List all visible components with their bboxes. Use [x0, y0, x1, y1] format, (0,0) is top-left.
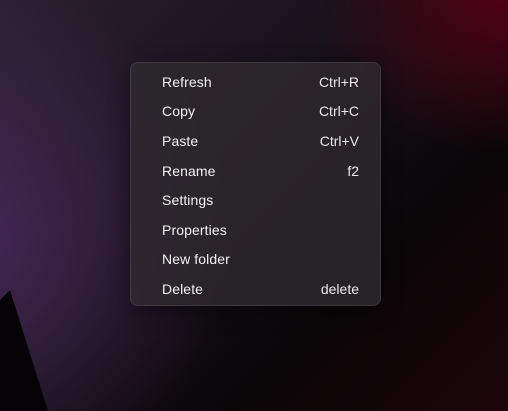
- menu-item-label: Paste: [162, 132, 199, 149]
- menu-item-shortcut: Ctrl+V: [319, 132, 359, 149]
- menu-item-shortcut: Ctrl+R: [318, 73, 359, 90]
- menu-item-label: Settings: [162, 192, 214, 209]
- context-menu: Refresh Ctrl+R Copy Ctrl+C Paste Ctrl+V …: [130, 62, 381, 306]
- menu-item-delete[interactable]: Delete delete: [131, 274, 380, 304]
- menu-item-shortcut: f2: [347, 162, 359, 179]
- menu-item-paste[interactable]: Paste Ctrl+V: [131, 126, 380, 156]
- menu-item-properties[interactable]: Properties: [131, 215, 380, 245]
- menu-item-copy[interactable]: Copy Ctrl+C: [131, 97, 380, 127]
- menu-item-label: Rename: [162, 162, 216, 179]
- menu-item-shortcut: delete: [320, 280, 359, 297]
- menu-item-label: Delete: [162, 280, 204, 297]
- menu-item-label: New folder: [162, 251, 230, 268]
- menu-item-new-folder[interactable]: New folder: [131, 245, 380, 275]
- menu-item-settings[interactable]: Settings: [131, 185, 380, 215]
- menu-item-label: Refresh: [162, 73, 212, 90]
- menu-item-refresh[interactable]: Refresh Ctrl+R: [131, 67, 380, 97]
- menu-item-rename[interactable]: Rename f2: [131, 156, 380, 186]
- menu-item-label: Properties: [162, 221, 227, 238]
- menu-item-label: Copy: [162, 103, 196, 120]
- menu-item-shortcut: Ctrl+C: [318, 103, 359, 120]
